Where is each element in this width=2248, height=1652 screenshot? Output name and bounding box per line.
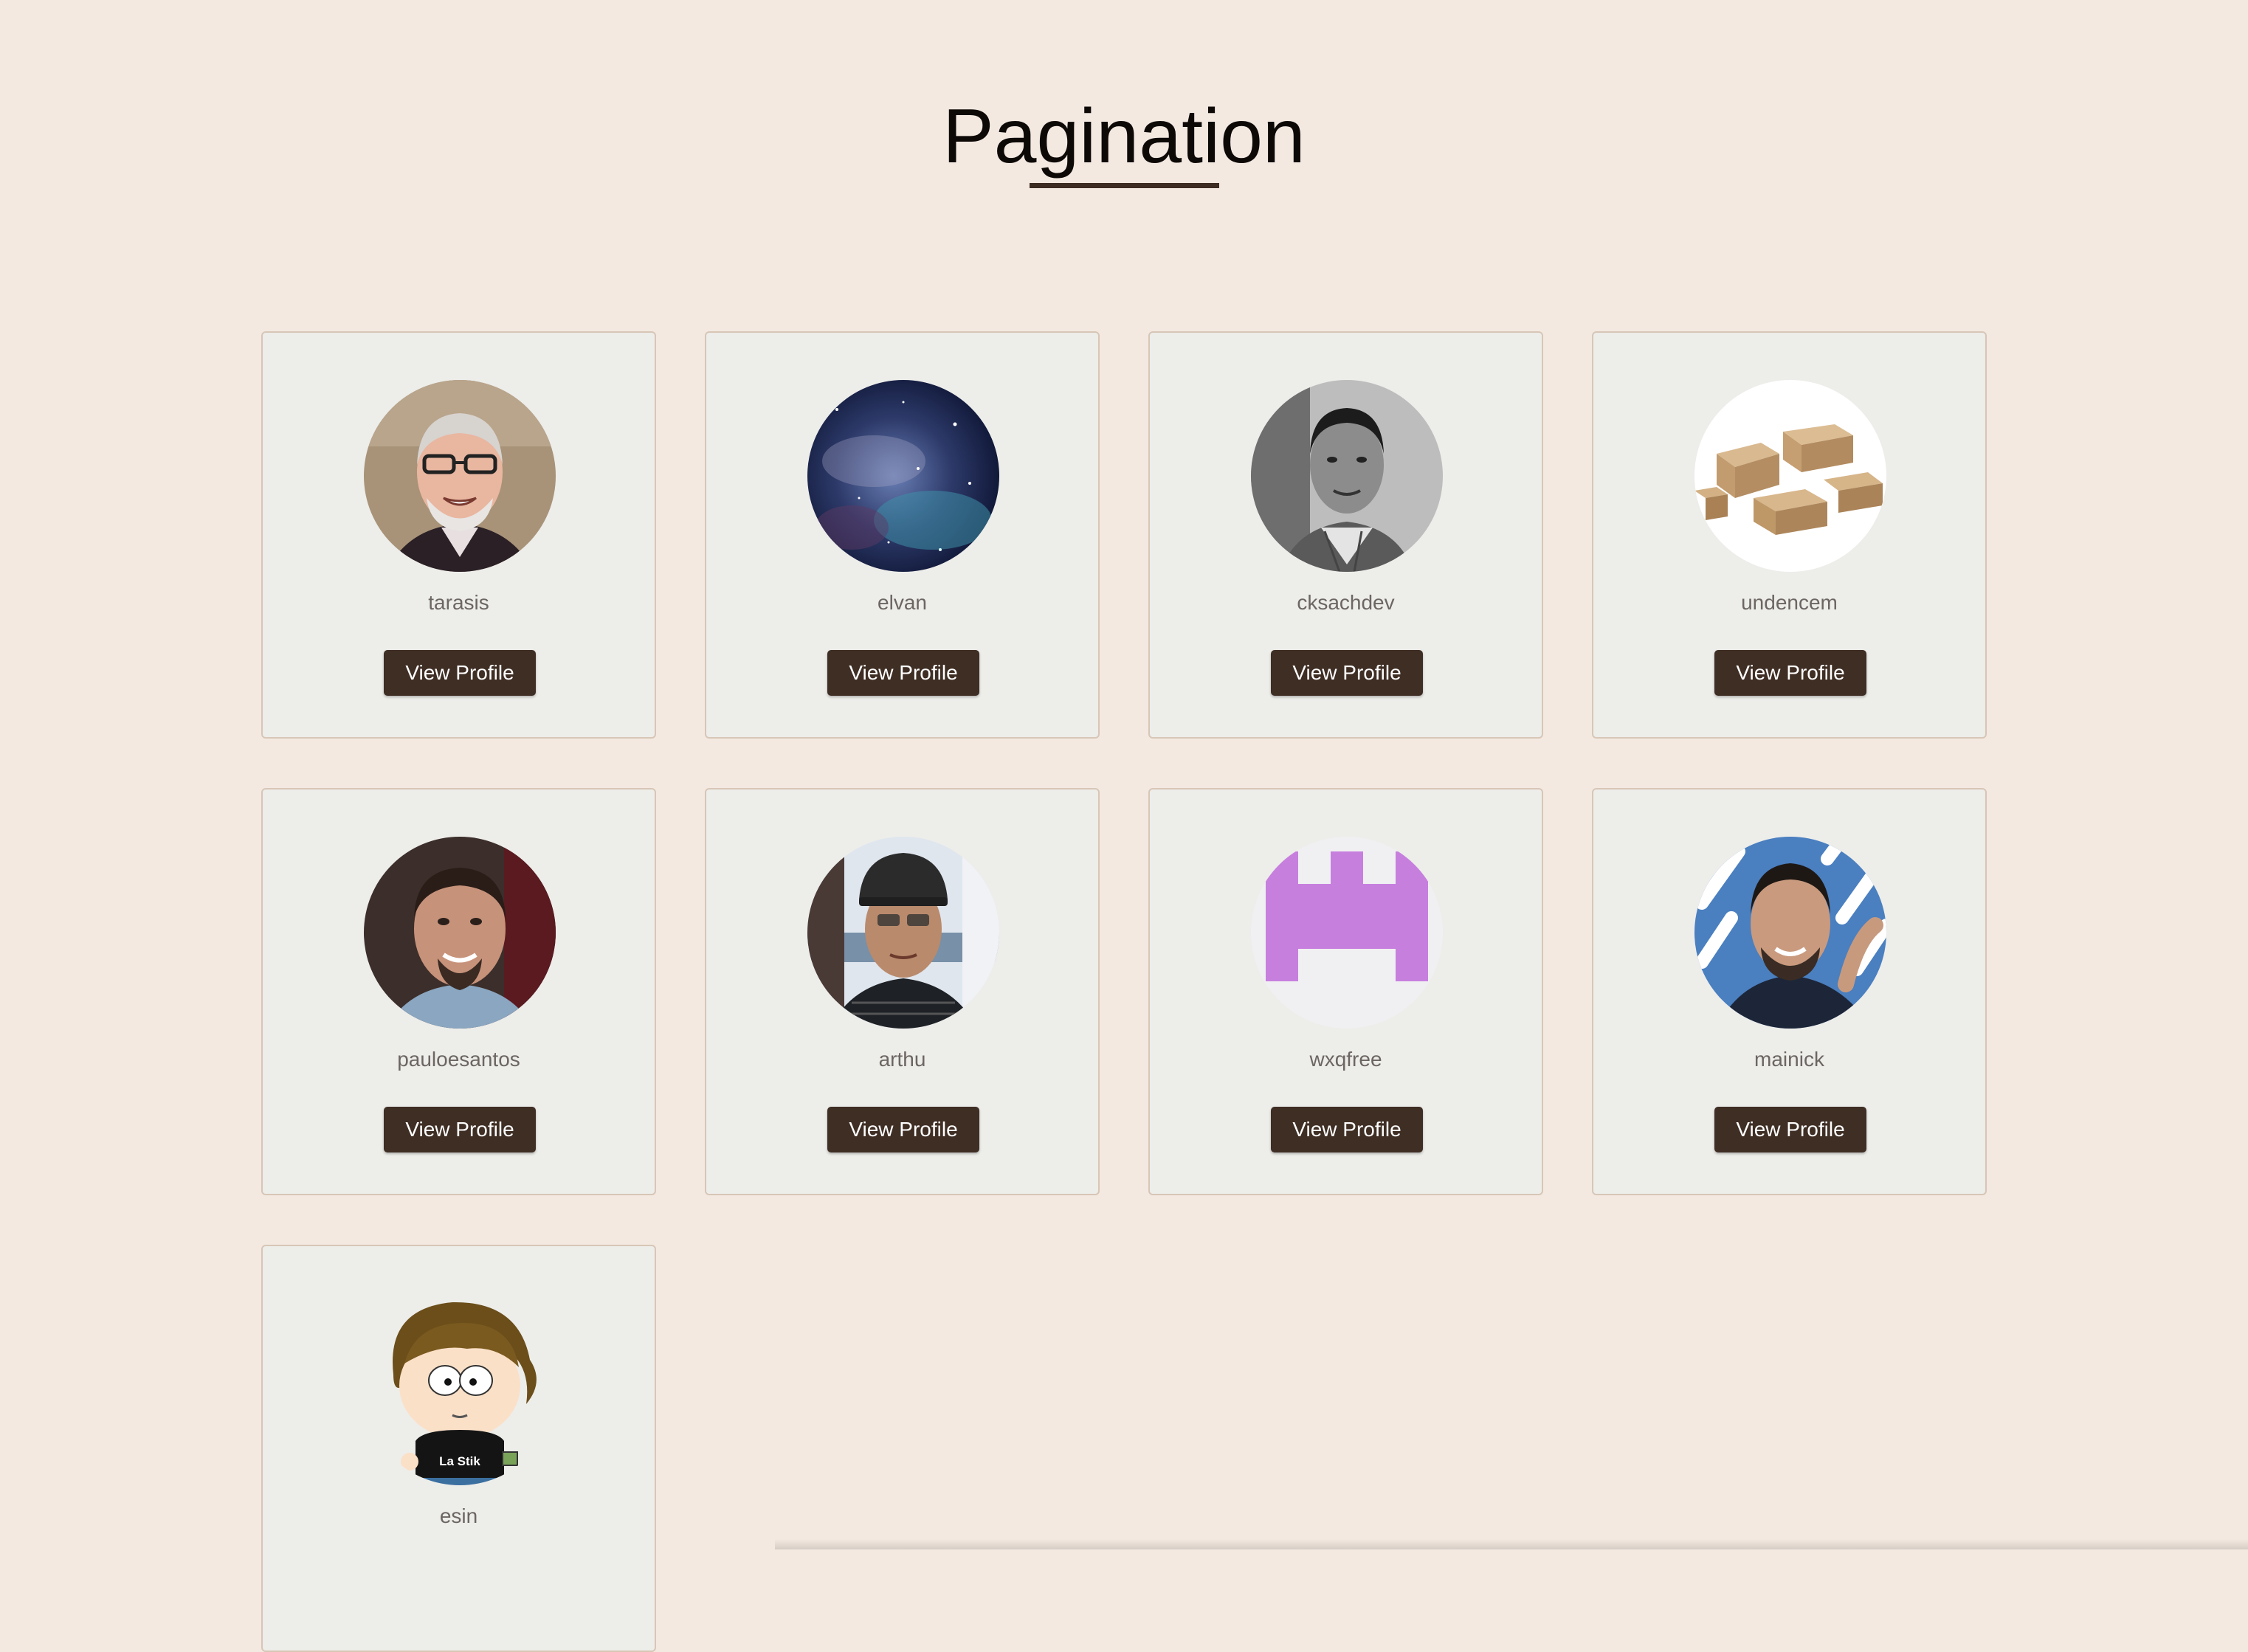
user-avatar [807, 380, 999, 572]
username: mainick [1754, 1048, 1824, 1071]
username: elvan [878, 591, 927, 614]
avatar-photo-man-cap-icon [807, 837, 999, 1029]
username: pauloesantos [397, 1048, 520, 1071]
avatar-photo-man-goatee-icon [364, 837, 556, 1029]
bottom-shadow [775, 1539, 2248, 1549]
view-profile-button[interactable]: View Profile [827, 1107, 979, 1152]
avatar-boxes-icon [1694, 380, 1886, 572]
user-avatar [1251, 837, 1443, 1029]
user-avatar: La Stik [364, 1293, 556, 1485]
username: wxqfree [1309, 1048, 1382, 1071]
username: tarasis [428, 591, 489, 614]
username: cksachdev [1297, 591, 1395, 614]
user-avatar [1694, 837, 1886, 1029]
view-profile-button[interactable]: View Profile [1714, 650, 1866, 696]
title-underline [1030, 183, 1219, 188]
username: arthu [878, 1048, 926, 1071]
user-card: pauloesantos View Profile [261, 788, 656, 1195]
view-profile-button[interactable]: View Profile [1271, 1107, 1423, 1152]
avatar-identicon-icon [1251, 837, 1443, 1029]
user-avatar [364, 380, 556, 572]
avatar-galaxy-icon [807, 380, 999, 572]
view-profile-button[interactable]: View Profile [1271, 650, 1423, 696]
page-title: Pagination [942, 94, 1306, 179]
user-card: cksachdev View Profile [1148, 331, 1543, 739]
page: Pagination tarasis View Profile elvan Vi… [0, 0, 2248, 1652]
user-avatar [807, 837, 999, 1029]
svg-text:La Stik: La Stik [439, 1454, 480, 1468]
user-card: elvan View Profile [705, 331, 1100, 739]
user-card: undencem View Profile [1592, 331, 1987, 739]
view-profile-button[interactable]: View Profile [384, 650, 536, 696]
user-card: mainick View Profile [1592, 788, 1987, 1195]
user-card: wxqfree View Profile [1148, 788, 1543, 1195]
view-profile-button[interactable]: View Profile [384, 1107, 536, 1152]
user-card: tarasis View Profile [261, 331, 656, 739]
avatar-cartoon-icon: La Stik [364, 1293, 556, 1485]
avatar-photo-older-man-icon [364, 380, 556, 572]
user-card: arthu View Profile [705, 788, 1100, 1195]
view-profile-button[interactable]: View Profile [827, 650, 979, 696]
user-card: La Stik esin [261, 1245, 656, 1652]
user-avatar [1694, 380, 1886, 572]
avatar-photo-man-grayscale-icon [1251, 380, 1443, 572]
username: undencem [1741, 591, 1838, 614]
user-avatar [364, 837, 556, 1029]
view-profile-button[interactable]: View Profile [1714, 1107, 1866, 1152]
user-avatar [1251, 380, 1443, 572]
avatar-photo-man-blue-pattern-icon [1694, 837, 1886, 1029]
username: esin [439, 1504, 478, 1527]
